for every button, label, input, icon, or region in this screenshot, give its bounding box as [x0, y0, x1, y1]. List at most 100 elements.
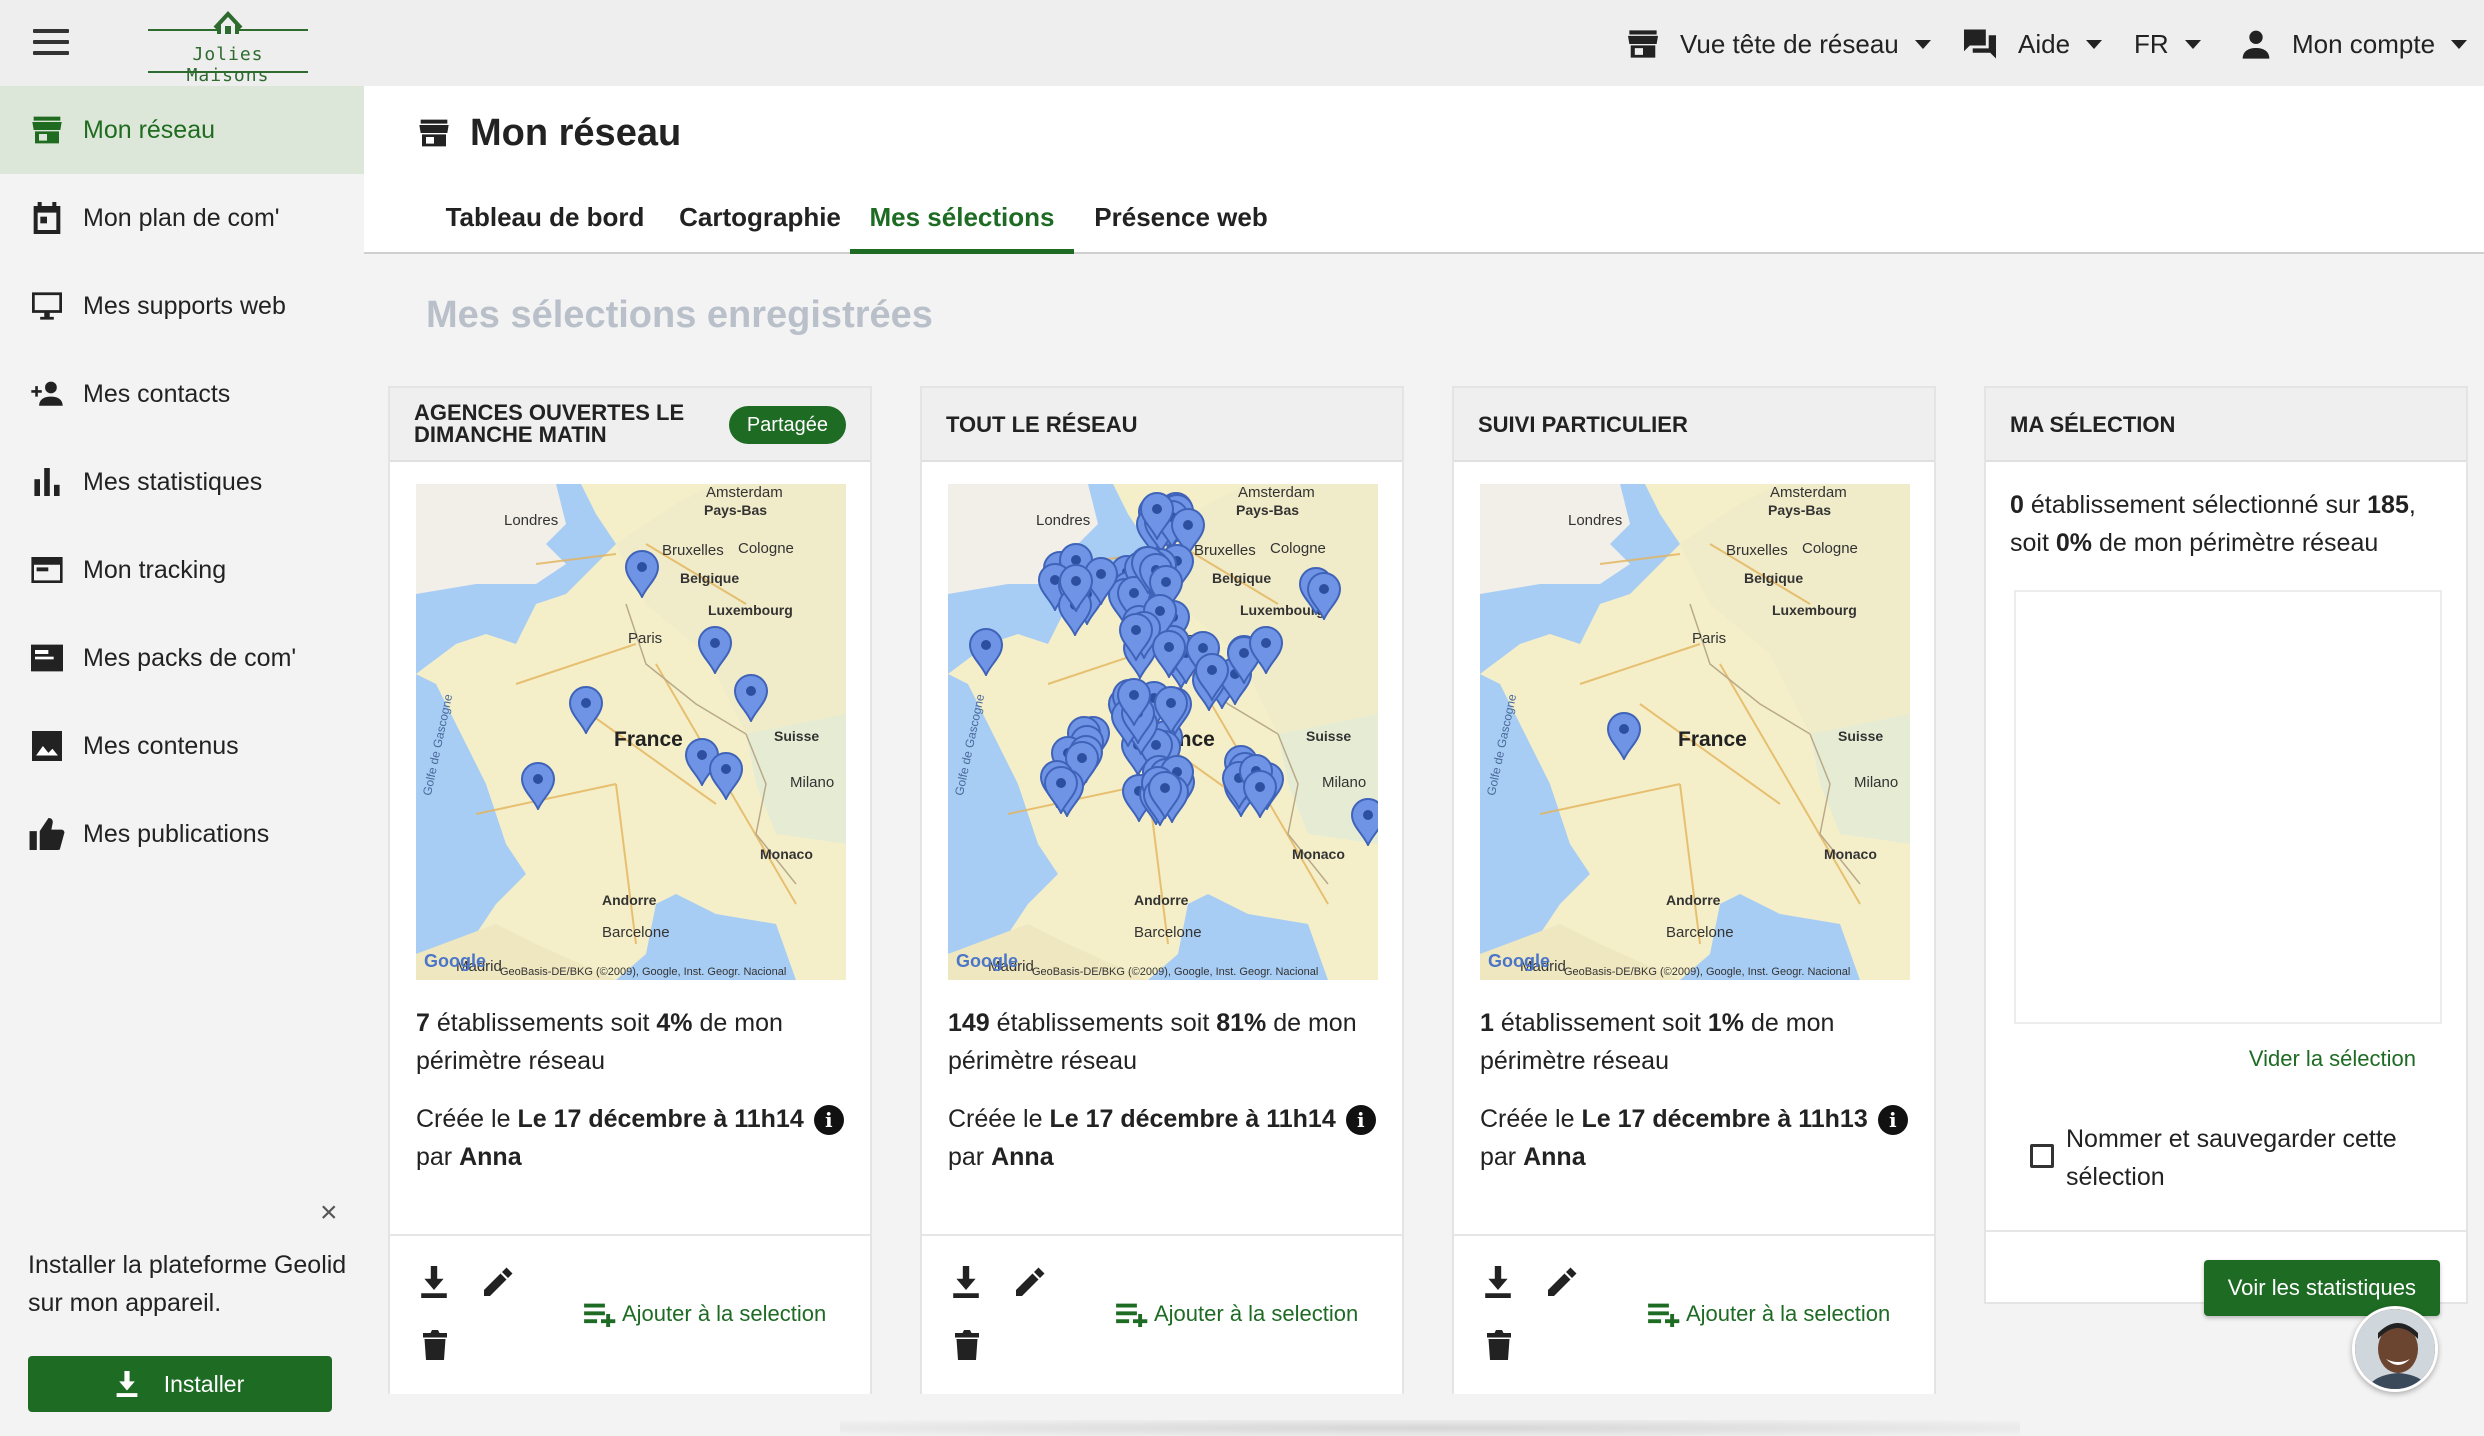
sidebar-item-statistiques[interactable]: Mes statistiques [0, 438, 364, 526]
map-label: Pays-Bas [1236, 502, 1300, 518]
install-button[interactable]: Installer [28, 1356, 332, 1412]
map-label: Londres [504, 512, 559, 529]
network-view-dropdown[interactable]: Vue tête de réseau [1626, 22, 1931, 66]
sidebar-item-tracking[interactable]: Mon tracking [0, 526, 364, 614]
sidebar-item-packs[interactable]: Mes packs de com' [0, 614, 364, 702]
map-pin[interactable] [1350, 798, 1378, 848]
tab-tableau-de-bord[interactable]: Tableau de bord [440, 194, 650, 254]
map-pin[interactable] [1194, 653, 1230, 703]
map-pin[interactable] [520, 762, 556, 812]
tab-mes-selections[interactable]: Mes sélections [850, 194, 1074, 254]
thumb-up-icon [29, 816, 65, 852]
map-pin[interactable] [1242, 770, 1278, 820]
map-pin[interactable] [1116, 678, 1152, 728]
map-pin[interactable] [1306, 572, 1342, 622]
download-icon[interactable] [1484, 1266, 1512, 1298]
sidebar-item-label: Mes supports web [83, 291, 286, 320]
download-icon[interactable] [952, 1266, 980, 1298]
add-to-selection-label: Ajouter à la selection [622, 1301, 827, 1326]
chevron-down-icon [2184, 39, 2201, 49]
sidebar-item-supports-web[interactable]: Mes supports web [0, 262, 364, 350]
map-pin[interactable] [697, 626, 733, 676]
map-pin[interactable] [1043, 766, 1079, 816]
sidebar-item-plan-de-com[interactable]: Mon plan de com' [0, 174, 364, 262]
sidebar-item-publications[interactable]: Mes publications [0, 790, 364, 878]
map-label: Pays-Bas [1768, 502, 1832, 518]
store-icon [29, 112, 65, 148]
download-icon[interactable] [420, 1266, 448, 1298]
map-pin[interactable] [1139, 492, 1175, 542]
delete-icon[interactable] [1486, 1330, 1512, 1360]
card-footer: Ajouter à la selection [1454, 1234, 1934, 1394]
map-pin[interactable] [733, 674, 769, 724]
add-to-selection-label: Ajouter à la selection [1686, 1301, 1891, 1326]
map-pin[interactable] [968, 628, 1004, 678]
download-icon [116, 1371, 138, 1397]
map-label: Paris [1692, 630, 1727, 647]
map-pin[interactable] [568, 686, 604, 736]
map-pin[interactable] [1118, 613, 1154, 663]
tab-cartographie[interactable]: Cartographie [666, 194, 854, 254]
support-chat-avatar[interactable] [2352, 1306, 2438, 1392]
page-title-text: Mon réseau [470, 111, 682, 154]
delete-icon[interactable] [422, 1330, 448, 1360]
logo[interactable]: Jolies Maisons [148, 6, 308, 86]
edit-icon[interactable] [1548, 1266, 1578, 1296]
map-pin[interactable] [1248, 626, 1284, 676]
map-label: Paris [628, 630, 663, 647]
map-label: Luxembourg [1772, 602, 1857, 618]
sidebar-item-contenus[interactable]: Mes contenus [0, 702, 364, 790]
person-add-icon [29, 376, 65, 412]
top-bar: Jolies Maisons Vue tête de réseau Aide F… [0, 0, 2484, 86]
close-icon[interactable]: × [320, 1196, 338, 1230]
info-icon[interactable]: i [1877, 1105, 1908, 1136]
chevron-down-icon [2451, 39, 2468, 49]
map-pin[interactable] [1147, 771, 1183, 821]
tab-presence-web[interactable]: Présence web [1088, 194, 1274, 254]
language-dropdown[interactable]: FR [2134, 22, 2201, 66]
sidebar-item-contacts[interactable]: Mes contacts [0, 350, 364, 438]
info-icon[interactable]: i [813, 1105, 844, 1136]
map-copyright: GeoBasis-DE/BKG (©2009), Google, Inst. G… [1564, 966, 1851, 978]
delete-icon[interactable] [954, 1330, 980, 1360]
edit-icon[interactable] [484, 1266, 514, 1296]
selection-map[interactable]: Amsterdam Pays-Bas Londres Bruxelles Cologne… [1480, 484, 1910, 980]
card-header: Tout le réseau [922, 388, 1402, 462]
map-label: France [614, 728, 683, 751]
card-header: Ma sélection [1986, 388, 2466, 462]
playlist-add-icon [1116, 1303, 1148, 1327]
card-title: Suivi particulier [1478, 412, 1688, 437]
image-icon [29, 728, 65, 764]
map-pin[interactable] [1153, 686, 1189, 736]
map-pin[interactable] [1151, 630, 1187, 680]
sidebar-item-mon-reseau[interactable]: Mon réseau [0, 86, 364, 174]
page-title: Mon réseau [418, 108, 681, 158]
help-dropdown[interactable]: Aide [1962, 22, 2103, 66]
menu-icon[interactable] [33, 29, 69, 57]
add-to-selection-button[interactable]: Ajouter à la selection [1116, 1296, 1358, 1332]
card-title: Agences ouvertes le dimanche matin [414, 400, 685, 447]
clear-selection-link[interactable]: Vider la sélection [2249, 1046, 2416, 1072]
map-pin[interactable] [708, 752, 744, 802]
main-content: Mon réseau Tableau de bord Cartographie … [364, 86, 2484, 1436]
browser-window-icon [29, 552, 65, 588]
account-label: Mon compte [2292, 28, 2436, 59]
card-created: Créée le Le 17 décembre à 11h14 i par Ann… [416, 1100, 856, 1176]
map-pin[interactable] [1058, 564, 1094, 614]
selection-map[interactable]: Amsterdam Pays-Bas Londres Bruxelles Cologne… [416, 484, 846, 980]
selection-card: Suivi particulier Amsterdam Pays-Bas Londr… [1452, 386, 1936, 1394]
map-pin[interactable] [1606, 712, 1642, 762]
add-to-selection-button[interactable]: Ajouter à la selection [1648, 1296, 1890, 1332]
map-pin[interactable] [624, 550, 660, 600]
account-dropdown[interactable]: Mon compte [2240, 22, 2468, 66]
store-icon [1628, 30, 1658, 58]
selection-list [2014, 590, 2442, 1024]
save-selection-checkbox[interactable] [2030, 1144, 2054, 1168]
edit-icon[interactable] [1016, 1266, 1046, 1296]
map-label: Milano [1854, 774, 1899, 791]
info-icon[interactable]: i [1345, 1105, 1376, 1136]
bar-chart-icon [29, 464, 65, 500]
selection-map[interactable]: Amsterdam Pays-Bas Londres Bruxelles Cologne… [948, 484, 1378, 980]
sidebar-item-label: Mon plan de com' [83, 203, 280, 232]
add-to-selection-button[interactable]: Ajouter à la selection [584, 1296, 826, 1332]
